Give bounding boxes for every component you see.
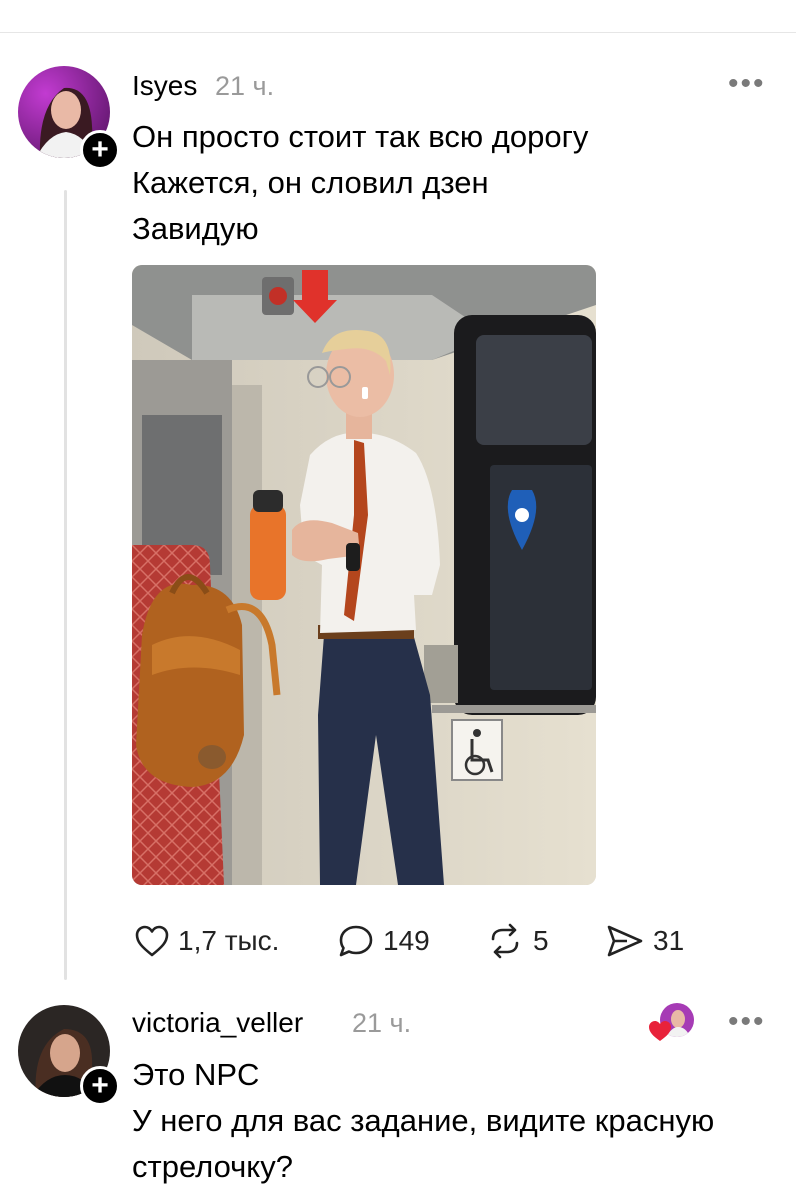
post-text-line: Кажется, он словил дзен [132, 165, 489, 200]
share-count: 31 [653, 925, 685, 956]
post-more-button[interactable]: ••• [728, 69, 766, 99]
repost-arrows-icon [491, 923, 519, 959]
comment-count: 149 [383, 925, 430, 956]
follow-author-button[interactable]: + [80, 130, 120, 170]
reply-text-line: Это NPC [132, 1057, 260, 1092]
heart-filled-icon [649, 1021, 671, 1041]
like-count: 1,7 тыс. [178, 925, 280, 956]
post-time: 21 ч. [215, 71, 275, 101]
repost-count: 5 [533, 925, 549, 956]
comment-button[interactable]: 149 [337, 920, 430, 962]
reply-text-line: стрелочку? [132, 1149, 293, 1184]
paper-plane-icon [607, 925, 643, 957]
top-divider [0, 32, 796, 33]
heart-outline-icon [135, 925, 169, 957]
post-text: Он просто стоит так всю дорогу Кажется, … [132, 114, 588, 252]
author-username[interactable]: Isyes [132, 70, 197, 102]
like-button[interactable]: 1,7 тыс. [134, 920, 279, 962]
thread-line [64, 190, 67, 980]
reply-text-line: У него для вас задание, видите красную [132, 1103, 715, 1138]
post-photo[interactable] [132, 265, 596, 885]
post-text-line: Он просто стоит так всю дорогу [132, 119, 589, 154]
post-text-line: Завидую [132, 211, 259, 246]
share-button[interactable]: 31 [605, 920, 684, 962]
reply-time: 21 ч. [352, 1008, 412, 1038]
reply-more-button[interactable]: ••• [728, 1007, 766, 1037]
speech-bubble-icon [339, 925, 373, 957]
repost-button[interactable]: 5 [485, 920, 549, 962]
reply-text: Это NPC У него для вас задание, видите к… [132, 1052, 714, 1190]
reply-username[interactable]: victoria_veller [132, 1007, 303, 1039]
follow-reply-author-button[interactable]: + [80, 1066, 120, 1106]
